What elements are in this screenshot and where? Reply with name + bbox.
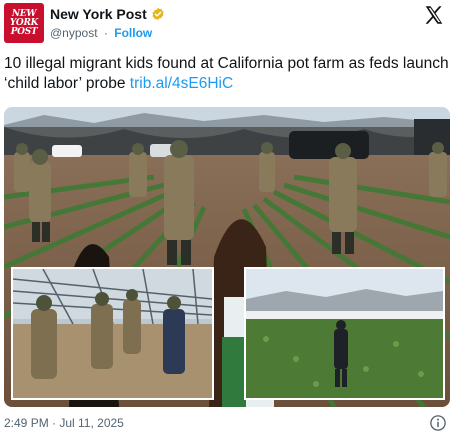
tweet-text: 10 illegal migrant kids found at Califor…: [4, 54, 449, 94]
greenhouse-inset-photo: [11, 267, 214, 400]
tweet-footer: 2:49 PM · Jul 11, 2025: [4, 414, 449, 434]
info-icon[interactable]: [429, 414, 447, 432]
follow-button[interactable]: Follow: [114, 26, 152, 40]
avatar-logo-line-3: POST: [10, 26, 38, 37]
tweet-media[interactable]: [4, 107, 450, 407]
x-logo-icon[interactable]: [423, 4, 445, 26]
timestamp[interactable]: 2:49 PM · Jul 11, 2025: [4, 416, 124, 430]
handle-row: @nypost · Follow: [50, 26, 152, 40]
field-inset-photo: [244, 267, 445, 400]
handle[interactable]: @nypost: [50, 26, 98, 40]
nypost-avatar[interactable]: NEW YORK POST: [4, 3, 44, 43]
display-name[interactable]: New York Post: [50, 6, 147, 22]
separator-dot: ·: [103, 26, 108, 40]
tweet-link[interactable]: trib.al/4sE6HiC: [130, 75, 233, 92]
tweet-header: NEW YORK POST New York Post @nypost · Fo…: [0, 0, 453, 50]
verified-badge-icon: [152, 7, 164, 21]
name-row: New York Post: [50, 6, 165, 22]
